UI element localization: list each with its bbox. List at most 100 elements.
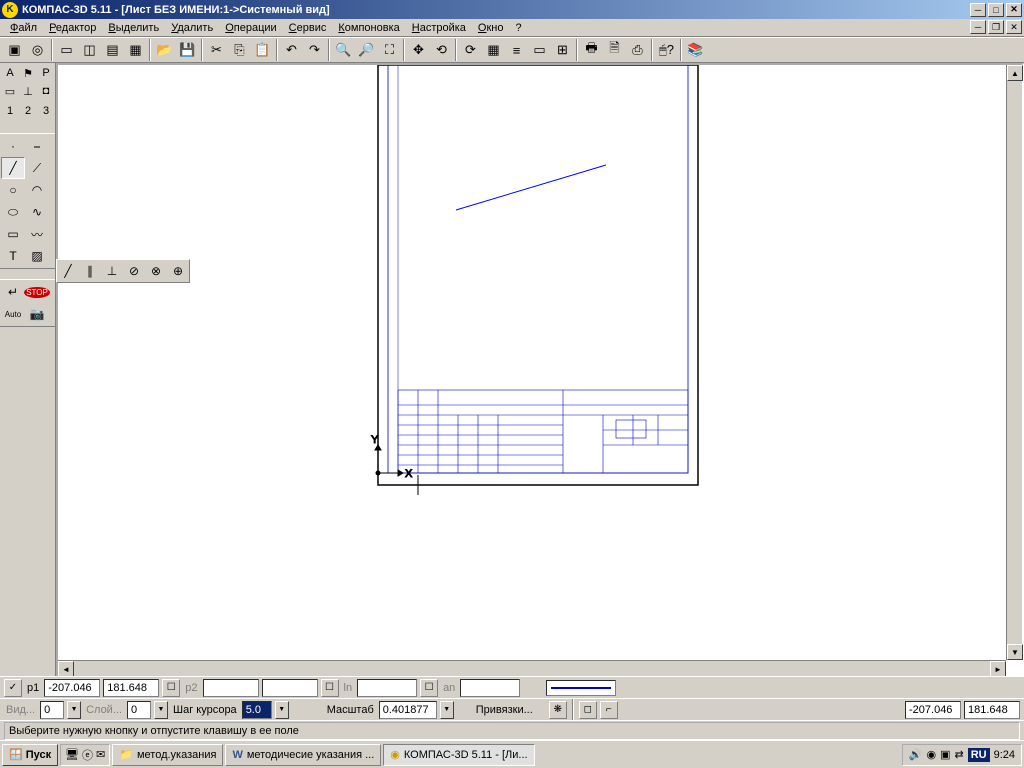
zoom-prev-button[interactable]: ⟲ bbox=[430, 39, 453, 61]
zoom-window-button[interactable]: ⛶ bbox=[378, 39, 401, 61]
clock[interactable]: 9:24 bbox=[994, 749, 1015, 761]
start-button[interactable]: 🪟 Пуск bbox=[2, 744, 58, 766]
library-button[interactable]: 📚 bbox=[684, 39, 707, 61]
menu-service[interactable]: Сервис bbox=[283, 20, 333, 36]
ellipse-tool[interactable]: ⬭ bbox=[1, 201, 25, 223]
preview-button[interactable]: 🗎 bbox=[603, 39, 626, 61]
tab-3[interactable]: 3 bbox=[37, 102, 55, 120]
p1-y-input[interactable] bbox=[103, 679, 159, 697]
scroll-up-button[interactable]: ▲ bbox=[1007, 65, 1023, 81]
line-chain-button[interactable]: ⊕ bbox=[167, 260, 189, 282]
save-button[interactable]: 💾 bbox=[176, 39, 199, 61]
new-text-button[interactable]: ▦ bbox=[124, 39, 147, 61]
menu-file[interactable]: Файл bbox=[4, 20, 43, 36]
pan-button[interactable]: ✥ bbox=[407, 39, 430, 61]
rect-tool[interactable]: ▭ bbox=[1, 223, 25, 245]
view-input[interactable] bbox=[40, 701, 64, 719]
print-button[interactable]: 🖶 bbox=[580, 39, 603, 61]
ie-icon[interactable]: ⓔ bbox=[82, 747, 93, 763]
line-tan2-button[interactable]: ⊗ bbox=[145, 260, 167, 282]
line-tangent-button[interactable]: ⊘ bbox=[123, 260, 145, 282]
p2-lock-button[interactable]: ☐ bbox=[162, 679, 180, 697]
outlook-icon[interactable]: ✉ bbox=[96, 748, 105, 761]
scale-dropdown[interactable]: ▼ bbox=[440, 701, 454, 719]
view-dropdown[interactable]: ▼ bbox=[67, 701, 81, 719]
plot-button[interactable]: ⎙ bbox=[626, 39, 649, 61]
undo-button[interactable]: ↶ bbox=[280, 39, 303, 61]
view-label[interactable]: Вид... bbox=[4, 704, 37, 716]
minimize-button[interactable]: ─ bbox=[970, 3, 986, 17]
local-cs-button[interactable]: ◻ bbox=[579, 701, 597, 719]
maximize-button[interactable]: □ bbox=[988, 3, 1004, 17]
new-part-button[interactable]: ▣ bbox=[3, 39, 26, 61]
ortho-toggle-button[interactable]: ⌐ bbox=[600, 701, 618, 719]
new-frag-button[interactable]: ▤ bbox=[101, 39, 124, 61]
menu-settings[interactable]: Настройка bbox=[406, 20, 472, 36]
desktop-icon[interactable]: 🖥 bbox=[65, 748, 79, 761]
an-lock-button[interactable]: ☐ bbox=[420, 679, 438, 697]
views-button[interactable]: ▭ bbox=[528, 39, 551, 61]
tray-icon-3[interactable]: ⇄ bbox=[954, 748, 963, 761]
scroll-right-button[interactable]: ► bbox=[990, 661, 1006, 677]
drawing-canvas[interactable]: X Y bbox=[58, 65, 1022, 676]
open-button[interactable]: 📂 bbox=[153, 39, 176, 61]
window-tile-button[interactable]: ⊞ bbox=[551, 39, 574, 61]
cut-button[interactable]: ✂ bbox=[205, 39, 228, 61]
new-sheet-button[interactable]: ◫ bbox=[78, 39, 101, 61]
arc-tool[interactable]: ◠ bbox=[25, 179, 49, 201]
spline-tool[interactable]: ∿ bbox=[25, 201, 49, 223]
scroll-down-button[interactable]: ▼ bbox=[1007, 644, 1023, 660]
task-word[interactable]: W методичесие указания ... bbox=[225, 744, 381, 766]
mdi-minimize-button[interactable]: ─ bbox=[970, 20, 986, 34]
tray-icon-2[interactable]: ▣ bbox=[940, 748, 950, 761]
menu-operations[interactable]: Операции bbox=[219, 20, 282, 36]
step-dropdown[interactable]: ▼ bbox=[275, 701, 289, 719]
scroll-left-button[interactable]: ◄ bbox=[58, 661, 74, 677]
copy-button[interactable]: ⎘ bbox=[228, 39, 251, 61]
layers-button[interactable]: ≡ bbox=[505, 39, 528, 61]
mode-flag-button[interactable]: ⚑ bbox=[19, 64, 37, 82]
volume-icon[interactable]: 🔊 bbox=[909, 748, 923, 761]
grid-button[interactable]: ▦ bbox=[482, 39, 505, 61]
circle-tool[interactable]: ○ bbox=[1, 179, 25, 201]
line-seg-button[interactable]: ╱ bbox=[57, 260, 79, 282]
stop-button[interactable]: STOP bbox=[25, 281, 49, 303]
line-tool[interactable]: ╱ bbox=[1, 157, 25, 179]
task-kompas[interactable]: ◉ КОМПАС-3D 5.11 - [Ли... bbox=[383, 744, 534, 766]
close-button[interactable]: ✕ bbox=[1006, 3, 1022, 17]
p2-x-input[interactable] bbox=[203, 679, 259, 697]
new-asm-button[interactable]: ◎ bbox=[26, 39, 49, 61]
p1-x-input[interactable] bbox=[44, 679, 100, 697]
ln-input[interactable] bbox=[357, 679, 417, 697]
linestyle-preview[interactable] bbox=[546, 680, 616, 696]
tab-1[interactable]: 1 bbox=[1, 102, 19, 120]
line-perp-button[interactable]: ⊥ bbox=[101, 260, 123, 282]
mode-p-button[interactable]: P bbox=[37, 64, 55, 82]
menu-select[interactable]: Выделить bbox=[102, 20, 165, 36]
mdi-close-button[interactable]: ✕ bbox=[1006, 20, 1022, 34]
menu-window[interactable]: Окно bbox=[472, 20, 510, 36]
step-input[interactable] bbox=[242, 701, 272, 719]
help-cursor-button[interactable]: 🖱? bbox=[655, 39, 678, 61]
zoom-out-button[interactable]: 🔎 bbox=[355, 39, 378, 61]
mode-snap-button[interactable]: ◘ bbox=[37, 82, 55, 100]
menu-delete[interactable]: Удалить bbox=[165, 20, 219, 36]
scale-input[interactable] bbox=[379, 701, 437, 719]
auto-button[interactable]: Auto bbox=[1, 303, 25, 325]
ln-lock-button[interactable]: ☐ bbox=[321, 679, 339, 697]
mode-sheet-button[interactable]: ▭ bbox=[1, 82, 19, 100]
mode-ortho-button[interactable]: ⊥ bbox=[19, 82, 37, 100]
vertical-scrollbar[interactable]: ▲ ▼ bbox=[1006, 65, 1022, 660]
menu-editor[interactable]: Редактор bbox=[43, 20, 102, 36]
paste-button[interactable]: 📋 bbox=[251, 39, 274, 61]
layer-label[interactable]: Слой... bbox=[84, 704, 124, 716]
layer-dropdown[interactable]: ▼ bbox=[154, 701, 168, 719]
an-input[interactable] bbox=[460, 679, 520, 697]
snap-toggle-button[interactable]: ❋ bbox=[549, 701, 567, 719]
tray-icon-1[interactable]: ◉ bbox=[926, 748, 936, 761]
redo-button[interactable]: ↷ bbox=[303, 39, 326, 61]
mdi-restore-button[interactable]: ❐ bbox=[988, 20, 1004, 34]
horizontal-scrollbar[interactable]: ◄ ► bbox=[58, 660, 1006, 676]
snap-label[interactable]: Привязки... bbox=[474, 704, 535, 716]
line-parallel-button[interactable]: ∥ bbox=[79, 260, 101, 282]
